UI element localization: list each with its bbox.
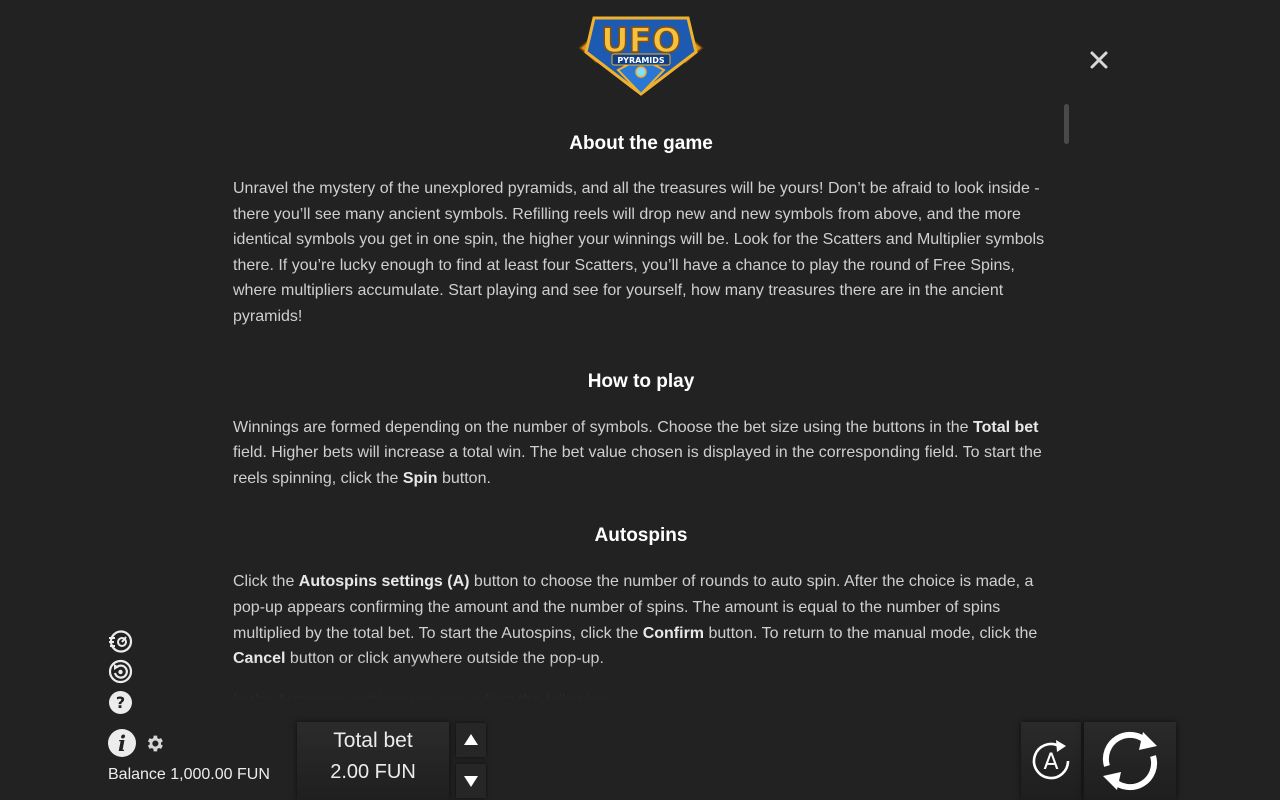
bet-decrease-button[interactable]	[456, 764, 486, 798]
text-fragment: button.	[437, 469, 491, 487]
balance-display: Balance 1,000.00 FUN	[108, 766, 270, 783]
info-icon[interactable]: i	[107, 728, 137, 758]
svg-text:?: ?	[116, 693, 125, 712]
text-fragment: Winnings are formed depending on the num…	[233, 418, 973, 436]
spin-button[interactable]	[1084, 722, 1176, 800]
svg-text:i: i	[118, 731, 126, 756]
total-bet-panel: Total bet 2.00 FUN	[297, 722, 449, 800]
logo-subtitle: PYRAMIDS	[617, 56, 665, 65]
bold-cancel: Cancel	[233, 650, 286, 668]
section-title-autospins: Autospins	[594, 525, 688, 547]
paytable-content[interactable]: About the game Unravel the mystery of th…	[233, 118, 1049, 700]
how-to-play-paragraph: Winnings are formed depending on the num…	[233, 415, 1049, 492]
gear-icon[interactable]	[144, 733, 165, 754]
autospins-paragraph: Click the Autospins settings (A) button …	[233, 569, 1049, 671]
bet-increase-button[interactable]	[456, 723, 486, 757]
autospin-letter: A	[1043, 750, 1058, 775]
bold-autospins-settings: Autospins settings (A)	[298, 573, 470, 591]
turbo-icon[interactable]	[108, 629, 133, 654]
section-title-about: About the game	[569, 133, 713, 154]
text-fragment: button or click anywhere outside the pop…	[285, 650, 604, 668]
paytable-screen: UFO PYRAMIDS About the game Unravel the …	[0, 0, 1280, 800]
spin-icon	[1102, 731, 1158, 791]
help-icon[interactable]: ?	[108, 690, 133, 715]
bold-confirm: Confirm	[642, 624, 705, 642]
bold-total-bet: Total bet	[973, 418, 1039, 436]
autospins-adjust-paragraph: In the Autospins settings you can adjust…	[233, 688, 1049, 700]
arrow-down-icon	[464, 776, 478, 787]
text-fragment: field. Higher bets will increase a total…	[233, 444, 1042, 487]
total-bet-value: 2.00 FUN	[330, 761, 416, 783]
total-bet-label: Total bet	[333, 729, 413, 752]
game-logo: UFO PYRAMIDS	[578, 16, 704, 96]
autospins-settings-button[interactable]: A	[1021, 722, 1081, 800]
close-icon[interactable]	[1086, 47, 1112, 73]
text-fragment: Click the	[233, 573, 299, 591]
scrollbar-thumb[interactable]	[1064, 104, 1069, 144]
about-paragraph: Unravel the mystery of the unexplored py…	[233, 180, 1045, 325]
section-title-how-to-play: How to play	[587, 370, 695, 392]
arrow-up-icon	[464, 734, 478, 745]
bold-spin: Spin	[402, 469, 438, 487]
autospin-icon: A	[1032, 740, 1070, 780]
text-fragment: button. To return to the manual mode, cl…	[704, 624, 1038, 642]
quick-spin-icon[interactable]	[108, 659, 133, 684]
